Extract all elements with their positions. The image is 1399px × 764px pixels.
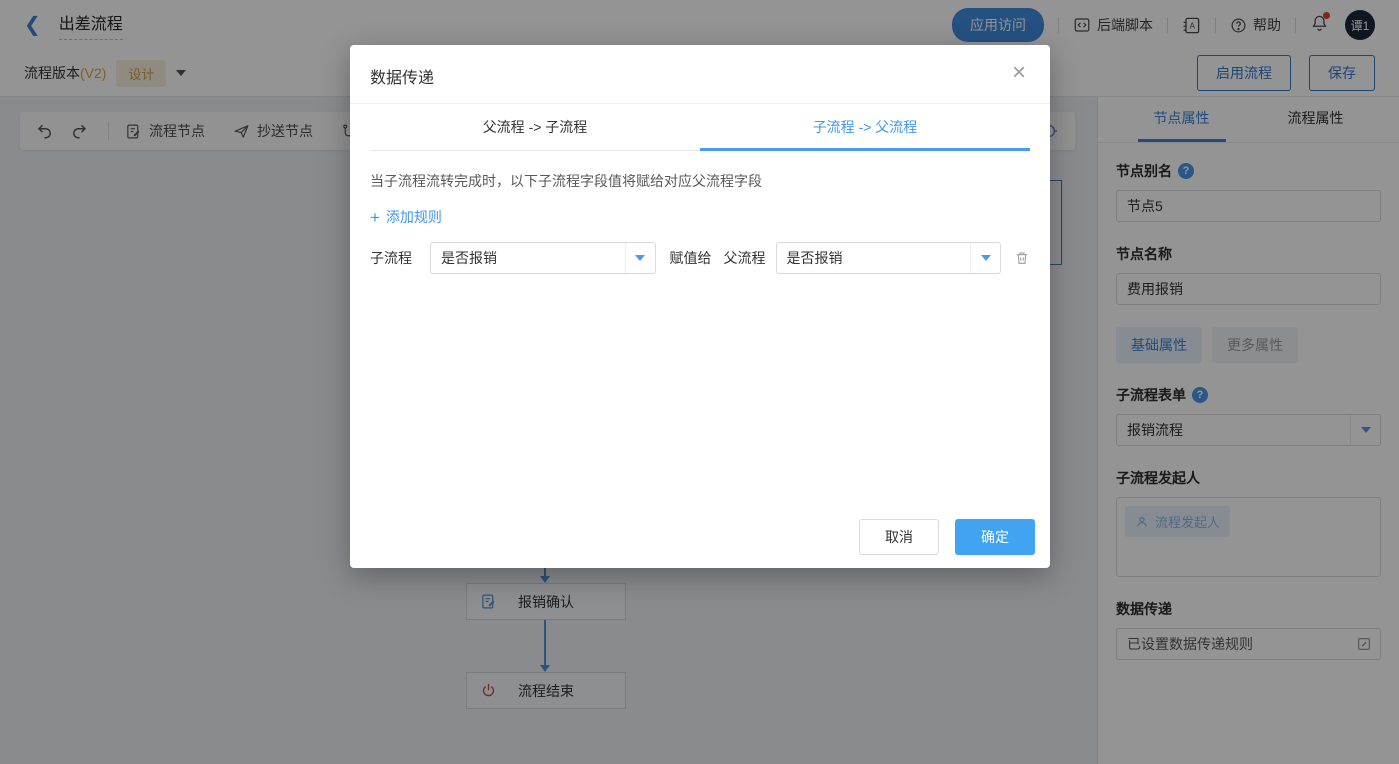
modal-body: 当子流程流转完成时，以下子流程字段值将赋给对应父流程字段 + 添加规则 子流程 … — [350, 151, 1050, 294]
tab-child-to-parent[interactable]: 子流程 -> 父流程 — [700, 104, 1030, 151]
add-rule-label: 添加规则 — [386, 207, 442, 227]
rule-target-select[interactable]: 是否报销 — [776, 242, 1002, 274]
tab-parent-to-child[interactable]: 父流程 -> 子流程 — [370, 104, 700, 151]
modal-footer: 取消 确定 — [859, 519, 1035, 555]
close-icon[interactable]: × — [1012, 61, 1026, 85]
plus-icon: + — [370, 209, 380, 226]
rule-source-label: 子流程 — [370, 248, 412, 268]
modal-tabs: 父流程 -> 子流程 子流程 -> 父流程 — [370, 104, 1030, 151]
chevron-down-icon — [635, 255, 645, 261]
select-caret-zone — [625, 243, 655, 273]
rule-row: 子流程 是否报销 赋值给 父流程 是否报销 — [370, 242, 1030, 274]
modal-description: 当子流程流转完成时，以下子流程字段值将赋给对应父流程字段 — [370, 171, 1030, 191]
select-caret-zone — [970, 243, 1000, 273]
modal-title: 数据传递 — [370, 70, 434, 87]
chevron-down-icon — [981, 255, 991, 261]
rule-target-label: 父流程 — [724, 248, 766, 268]
modal-header: 数据传递 × — [350, 45, 1050, 104]
rule-assign-label: 赋值给 — [670, 248, 712, 268]
rule-source-select[interactable]: 是否报销 — [430, 242, 656, 274]
rule-source-value: 是否报销 — [441, 248, 497, 268]
delete-rule-button[interactable] — [1014, 250, 1030, 266]
data-pass-modal: 数据传递 × 父流程 -> 子流程 子流程 -> 父流程 当子流程流转完成时，以… — [350, 45, 1050, 568]
rule-target-value: 是否报销 — [787, 248, 843, 268]
cancel-button[interactable]: 取消 — [859, 519, 939, 555]
confirm-button[interactable]: 确定 — [955, 519, 1035, 555]
add-rule-button[interactable]: + 添加规则 — [370, 207, 1030, 227]
